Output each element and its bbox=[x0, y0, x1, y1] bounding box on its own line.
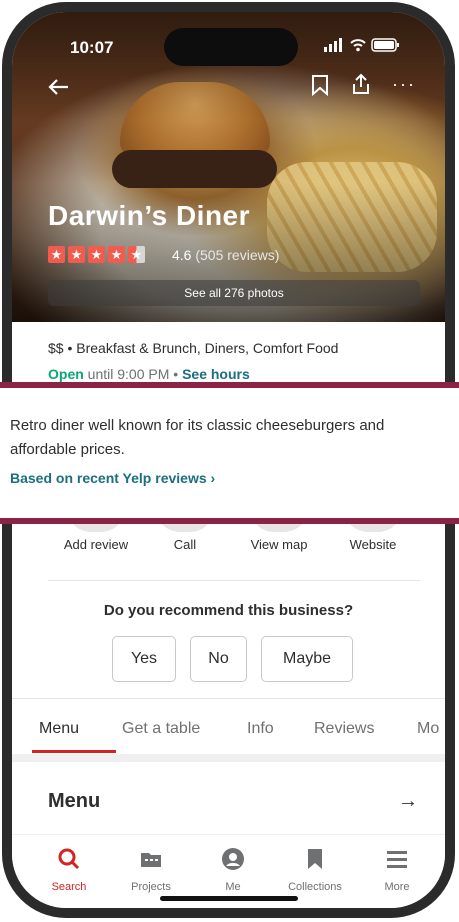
add-review-button[interactable]: Add review bbox=[46, 537, 146, 552]
price-categories: $$ • Breakfast & Brunch, Diners, Comfort… bbox=[48, 340, 339, 356]
tab-reviews[interactable]: Reviews bbox=[314, 720, 374, 738]
nav-more[interactable]: More bbox=[362, 847, 432, 893]
tab-info[interactable]: Info bbox=[247, 720, 274, 738]
open-status: Open bbox=[48, 366, 84, 382]
bookmark-icon bbox=[280, 847, 350, 873]
projects-icon bbox=[116, 847, 186, 873]
recommend-yes-button[interactable]: Yes bbox=[112, 636, 176, 682]
half-star-icon: ★ bbox=[128, 246, 145, 263]
nav-projects[interactable]: Projects bbox=[116, 847, 186, 893]
star-icon: ★ bbox=[68, 246, 85, 263]
tabs-top-border bbox=[12, 698, 445, 699]
review-count: (505 reviews) bbox=[195, 247, 280, 263]
menu-section-title: Menu bbox=[48, 790, 101, 812]
see-hours-link[interactable]: See hours bbox=[182, 366, 250, 382]
summary-source-link[interactable]: Based on recent Yelp reviews › bbox=[10, 470, 215, 486]
active-tab-indicator bbox=[32, 750, 116, 753]
nav-label: Me bbox=[225, 881, 241, 893]
nav-search[interactable]: Search bbox=[34, 847, 104, 893]
menu-icon bbox=[362, 847, 432, 873]
status-time: 10:07 bbox=[70, 38, 114, 57]
signal-wifi-battery-icon bbox=[324, 38, 399, 52]
star-icon: ★ bbox=[108, 246, 125, 263]
summary-top-band bbox=[0, 382, 459, 388]
recommend-maybe-button[interactable]: Maybe bbox=[261, 636, 353, 682]
recommend-no-button[interactable]: No bbox=[190, 636, 247, 682]
nav-collections[interactable]: Collections bbox=[280, 847, 350, 893]
business-name: Darwin’s Diner bbox=[48, 200, 251, 231]
hours-line: Open until 9:00 PM • See hours bbox=[48, 366, 250, 382]
share-icon bbox=[353, 73, 369, 94]
summary-bottom-band bbox=[0, 518, 459, 524]
status-icons bbox=[324, 36, 404, 58]
back-arrow-icon bbox=[48, 79, 68, 95]
rating-summary[interactable]: 4.6 (505 reviews) bbox=[172, 247, 279, 263]
back-button[interactable] bbox=[48, 78, 70, 101]
star-rating: ★ ★ ★ ★ ★ bbox=[48, 246, 145, 263]
bookmark-icon bbox=[312, 75, 328, 97]
nav-label: Search bbox=[51, 881, 87, 893]
nav-label: Projects bbox=[131, 881, 171, 893]
tab-get-a-table[interactable]: Get a table bbox=[122, 720, 200, 738]
bookmark-button[interactable] bbox=[311, 74, 329, 101]
section-separator bbox=[12, 754, 445, 762]
call-button[interactable]: Call bbox=[135, 537, 235, 552]
dynamic-island bbox=[164, 28, 298, 66]
rating-value: 4.6 bbox=[172, 247, 192, 263]
star-icon: ★ bbox=[48, 246, 65, 263]
divider bbox=[48, 580, 420, 581]
search-icon bbox=[34, 847, 104, 873]
hours-text: until 9:00 PM • bbox=[87, 366, 179, 382]
menu-arrow-icon[interactable]: → bbox=[398, 790, 418, 813]
tab-menu[interactable]: Menu bbox=[39, 720, 79, 738]
nav-label: Collections bbox=[288, 881, 342, 893]
website-button[interactable]: Website bbox=[323, 537, 423, 552]
more-options-button[interactable]: ··· bbox=[392, 74, 416, 95]
see-all-photos-button[interactable]: See all 276 photos bbox=[48, 280, 420, 306]
tab-more[interactable]: Mo bbox=[417, 720, 439, 738]
summary-text: Retro diner well known for its classic c… bbox=[10, 417, 385, 458]
nav-label: More bbox=[384, 881, 410, 893]
star-icon: ★ bbox=[88, 246, 105, 263]
recommend-question: Do you recommend this business? bbox=[103, 602, 354, 619]
home-indicator bbox=[160, 896, 298, 901]
profile-icon bbox=[198, 847, 268, 873]
nav-me[interactable]: Me bbox=[198, 847, 268, 893]
share-button[interactable] bbox=[349, 72, 373, 101]
view-map-button[interactable]: View map bbox=[229, 537, 329, 552]
